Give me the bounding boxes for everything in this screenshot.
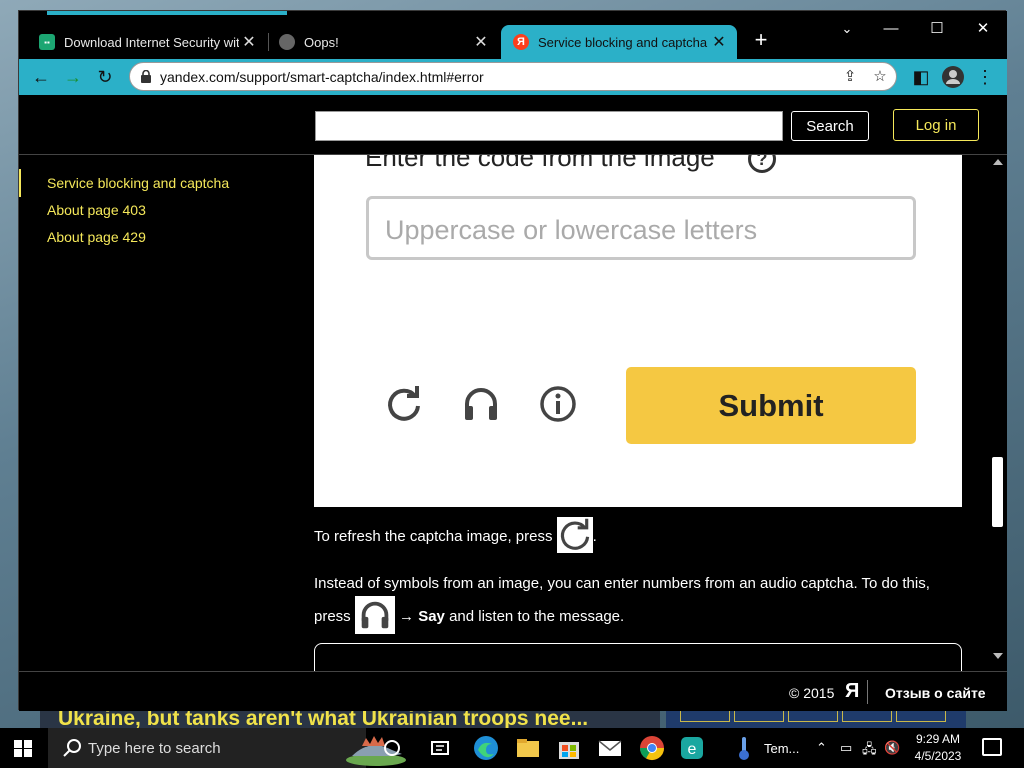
sidebar-item-service-blocking[interactable]: Service blocking and captcha [47,175,229,191]
yandex-icon: Я [513,34,529,50]
help-question-icon: ? [748,155,776,173]
refresh-text-end: . [592,527,597,545]
scroll-up-arrow-icon[interactable] [993,159,1003,165]
headphones-icon [465,388,497,420]
tab-title: Download Internet Security with [64,34,239,50]
sidebar-active-marker [19,169,21,197]
address-bar[interactable]: yandex.com/support/smart-captcha/index.h… [129,62,897,91]
browser-toolbar: ← → ↻ yandex.com/support/smart-captcha/i… [19,59,1007,95]
yandex-logo[interactable]: Я [845,680,859,703]
tab-title: Service blocking and captcha [538,34,708,50]
globe-icon [279,34,295,50]
refresh-icon [388,386,420,421]
tab-download-internet-security[interactable]: ▪▪ Download Internet Security with ✕ [27,25,267,59]
copyright-text: © 2015 [789,685,835,701]
minimize-icon[interactable]: — [871,15,911,43]
search-input[interactable] [315,111,783,141]
taskbar-search-box[interactable]: Type here to search [48,728,406,768]
refresh-instruction: To refresh the captcha image, press . [314,517,954,555]
sidebar-item-page-429[interactable]: About page 429 [47,229,146,245]
page-scrollbar[interactable] [989,155,1007,665]
site-header: Search Log in [19,95,1007,155]
footer-divider [867,680,868,704]
tab-title: Oops! [304,34,339,50]
taskbar-temp-app-label[interactable]: Tem... [764,741,799,756]
edge-browser-icon[interactable] [472,734,500,762]
profile-avatar-icon[interactable] [939,63,967,91]
taskbar-search-placeholder: Type here to search [88,740,221,757]
sidebar-item-page-403[interactable]: About page 403 [47,202,146,218]
clock-date: 4/5/2023 [914,749,962,763]
inline-refresh-icon [556,517,593,553]
tray-meet-icon[interactable]: ▭ [840,740,852,756]
tray-chevron-up-icon[interactable]: ⌃ [816,740,827,756]
tab-search-chevron-icon[interactable]: ⌄ [827,15,867,43]
tab-strip: ▪▪ Download Internet Security with ✕ Oop… [19,11,1007,59]
tray-volume-muted-icon[interactable]: 🔇 [884,740,900,756]
maximize-icon[interactable]: ☐ [917,15,957,43]
tab-oops[interactable]: Oops! ✕ [267,25,499,59]
share-icon[interactable]: ⇪ [840,67,860,87]
browser-window: ▪▪ Download Internet Security with ✕ Oop… [18,10,1007,711]
reload-icon[interactable]: ↻ [91,63,119,91]
audio-text-line1: Instead of symbols from an image, you ca… [314,575,930,592]
inline-headphones-icon [354,596,395,634]
site-footer: © 2015 Я Отзыв о сайте [19,671,1007,711]
audio-instruction: Instead of symbols from an image, you ca… [314,569,954,636]
svg-text:e: e [688,741,697,758]
new-tab-button[interactable]: + [749,28,773,52]
task-view-circle-icon[interactable] [378,734,406,762]
login-button[interactable]: Log in [893,109,979,141]
lock-icon [141,70,151,83]
notification-center-icon[interactable] [982,738,1002,756]
close-tab-icon[interactable]: ✕ [709,32,729,52]
url-text: yandex.com/support/smart-captcha/index.h… [160,69,484,85]
kaspersky-icon: ▪▪ [39,34,55,50]
scroll-thumb[interactable] [992,457,1003,527]
app-e-icon[interactable]: e [678,734,706,762]
tab-accent-bar [47,11,287,15]
tray-network-icon[interactable]: 🖧 [862,740,877,762]
web-page: Search Log in Service blocking and captc… [19,95,1007,711]
clock-time: 9:29 AM [915,732,961,746]
captcha-example-input: Uppercase or lowercase letters [366,196,916,260]
info-icon [540,386,576,422]
bookmark-star-icon[interactable]: ☆ [870,67,890,87]
back-arrow-icon[interactable]: ← [27,63,55,91]
audio-text-say: → Say [399,607,445,625]
taskbar-clock[interactable]: 9:29 AM 4/5/2023 [908,731,968,765]
search-icon [63,739,81,757]
captcha-placeholder: Uppercase or lowercase letters [385,215,758,245]
browser-menu-icon[interactable]: ⋮ [971,63,999,91]
microsoft-store-icon[interactable] [555,734,583,762]
close-tab-icon[interactable]: ✕ [471,32,491,52]
scroll-down-arrow-icon[interactable] [993,653,1003,659]
close-window-icon[interactable]: ✕ [963,15,1003,43]
mail-icon[interactable] [596,734,624,762]
file-explorer-icon[interactable] [514,734,542,762]
audio-text-press: press [314,607,351,625]
tab-service-blocking[interactable]: Я Service blocking and captcha ✕ [501,25,737,59]
close-tab-icon[interactable]: ✕ [239,32,259,52]
sidebar-nav: Service blocking and captcha About page … [19,155,299,665]
windows-start-icon[interactable] [14,740,32,757]
forward-arrow-icon[interactable]: → [59,63,87,91]
thermometer-icon[interactable] [730,734,758,762]
site-feedback-link[interactable]: Отзыв о сайте [885,685,986,701]
captcha-example-submit: Submit [626,367,916,444]
search-button[interactable]: Search [791,111,869,141]
chrome-icon[interactable] [638,734,666,762]
audio-text-end: and listen to the message. [449,607,625,625]
windows-taskbar: Type here to search e Tem... ⌃ ▭ 🖧 🔇 9:2… [0,728,1024,768]
refresh-text: To refresh the captcha image, press [314,527,553,545]
captcha-example-image: Enter the code from the image ? Uppercas… [314,155,962,507]
widgets-icon[interactable] [426,734,454,762]
side-panel-icon[interactable]: ◧ [907,63,935,91]
article-content: Enter the code from the image ? Uppercas… [314,155,974,675]
captcha-heading: Enter the code from the image [365,155,715,172]
